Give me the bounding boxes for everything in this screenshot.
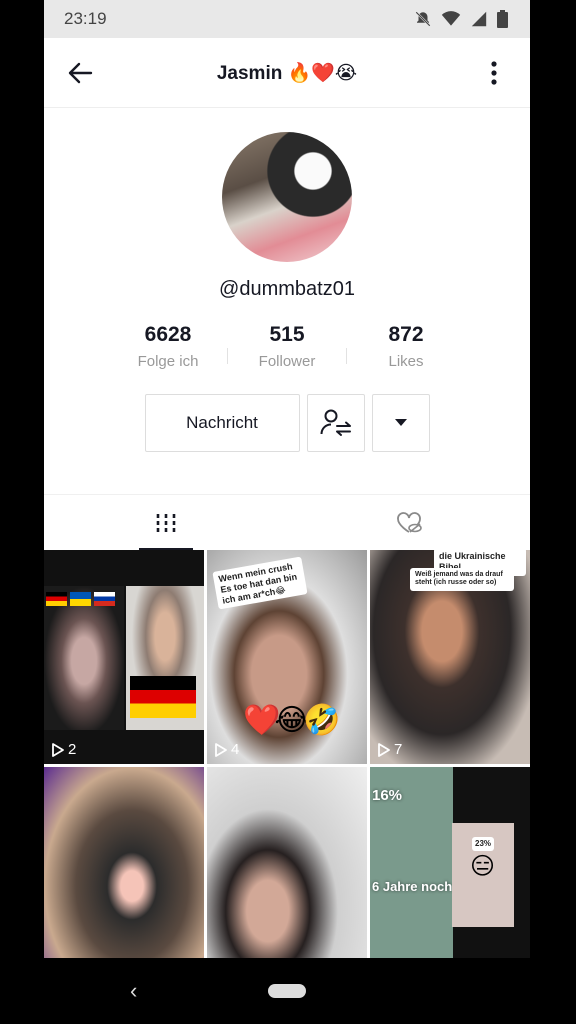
video-grid: 2 Wenn mein crush Es toe hat dan bin ich… (44, 550, 530, 959)
stat-following-label: Folge ich (137, 353, 199, 370)
german-flag (130, 676, 196, 718)
inset-percent: 23% (472, 837, 495, 851)
video-thumbnail[interactable]: Wenn mein crush Es toe hat dan bin ich a… (207, 550, 367, 764)
action-buttons: Nachricht (144, 394, 430, 452)
video-caption: Wenn mein crush Es toe hat dan bin ich a… (212, 556, 308, 610)
play-outline-icon (52, 742, 64, 757)
user-swap-icon (320, 409, 351, 436)
stat-followers-value: 515 (269, 323, 305, 346)
stat-following[interactable]: 6628 Folge ich (109, 323, 227, 370)
video-thumbnail[interactable] (207, 767, 367, 959)
expressionless-emoji: 😑 (470, 853, 496, 880)
top-bar: Jasmin 🔥❤️😭 (44, 38, 530, 108)
video-thumbnail[interactable]: 16% 6 Jahre noch 23% 😑 (370, 767, 530, 959)
status-time: 23:19 (64, 9, 107, 28)
tab-videos[interactable] (44, 495, 287, 550)
status-icons (414, 10, 508, 28)
videos-grid-icon (156, 513, 175, 532)
video-thumbnail[interactable] (44, 767, 204, 959)
stat-followers-label: Follower (258, 353, 316, 370)
profile-tabs (44, 494, 530, 550)
liked-hidden-icon (396, 511, 422, 533)
flag-de-icon (46, 592, 67, 606)
video-caption: Weiß jemand was da drauf steht (ich russ… (410, 568, 514, 591)
flag-ru-icon (94, 592, 115, 606)
system-back-icon[interactable]: ‹ (130, 978, 137, 1004)
overlay-text: 6 Jahre noch (372, 879, 453, 894)
view-count: 7 (378, 741, 402, 758)
play-outline-icon (215, 742, 227, 757)
view-count: 2 (52, 741, 76, 758)
stat-followers[interactable]: 515 Follower (228, 323, 346, 370)
wifi-icon (441, 11, 461, 26)
avatar[interactable] (222, 132, 352, 262)
stat-likes-value: 872 (388, 323, 424, 346)
status-bar: 23:19 (44, 0, 530, 38)
arrow-left-icon (68, 62, 93, 83)
stat-likes-label: Likes (388, 353, 424, 370)
tab-liked[interactable] (287, 495, 530, 550)
caret-down-icon (394, 419, 407, 426)
thumbnail-left-face (44, 586, 124, 730)
overlay-percent: 16% (372, 787, 403, 804)
system-home-pill[interactable] (268, 984, 306, 998)
flag-ua-icon (70, 592, 91, 606)
view-count-value: 2 (68, 741, 77, 758)
signal-icon (471, 11, 487, 27)
dnd-off-icon (415, 11, 431, 27)
profile-section: @dummbatz01 6628 Folge ich 515 Follower … (44, 108, 530, 452)
stats-row: 6628 Folge ich 515 Follower 872 Likes (109, 323, 465, 370)
username: @dummbatz01 (219, 278, 355, 300)
more-vertical-icon (491, 60, 497, 85)
inset-image: 23% 😑 (452, 823, 514, 927)
flag-row (46, 592, 115, 606)
play-outline-icon (378, 742, 390, 757)
view-count: 4 (215, 741, 239, 758)
message-button[interactable]: Nachricht (144, 394, 300, 452)
video-thumbnail[interactable]: 2 (44, 550, 204, 764)
phone-screen: 23:19 Jasmin 🔥❤️😭 @dummbatz01 6628 Folge… (44, 0, 530, 1024)
stat-following-value: 6628 (144, 323, 192, 346)
view-count-value: 7 (394, 741, 403, 758)
suggestions-dropdown-button[interactable] (371, 394, 430, 452)
back-button[interactable] (62, 55, 98, 91)
emoji-sticker: ❤️😂🤣 (243, 704, 341, 737)
system-nav-bar: ‹ (44, 958, 530, 1024)
battery-icon (497, 10, 508, 28)
video-thumbnail[interactable]: die Ukrainische Bibel Weiß jemand was da… (370, 550, 530, 764)
page-title: Jasmin 🔥❤️😭 (216, 62, 358, 84)
view-count-value: 4 (231, 741, 240, 758)
stat-likes[interactable]: 872 Likes (347, 323, 465, 370)
follow-back-button[interactable] (306, 394, 365, 452)
more-options-button[interactable] (476, 55, 512, 91)
